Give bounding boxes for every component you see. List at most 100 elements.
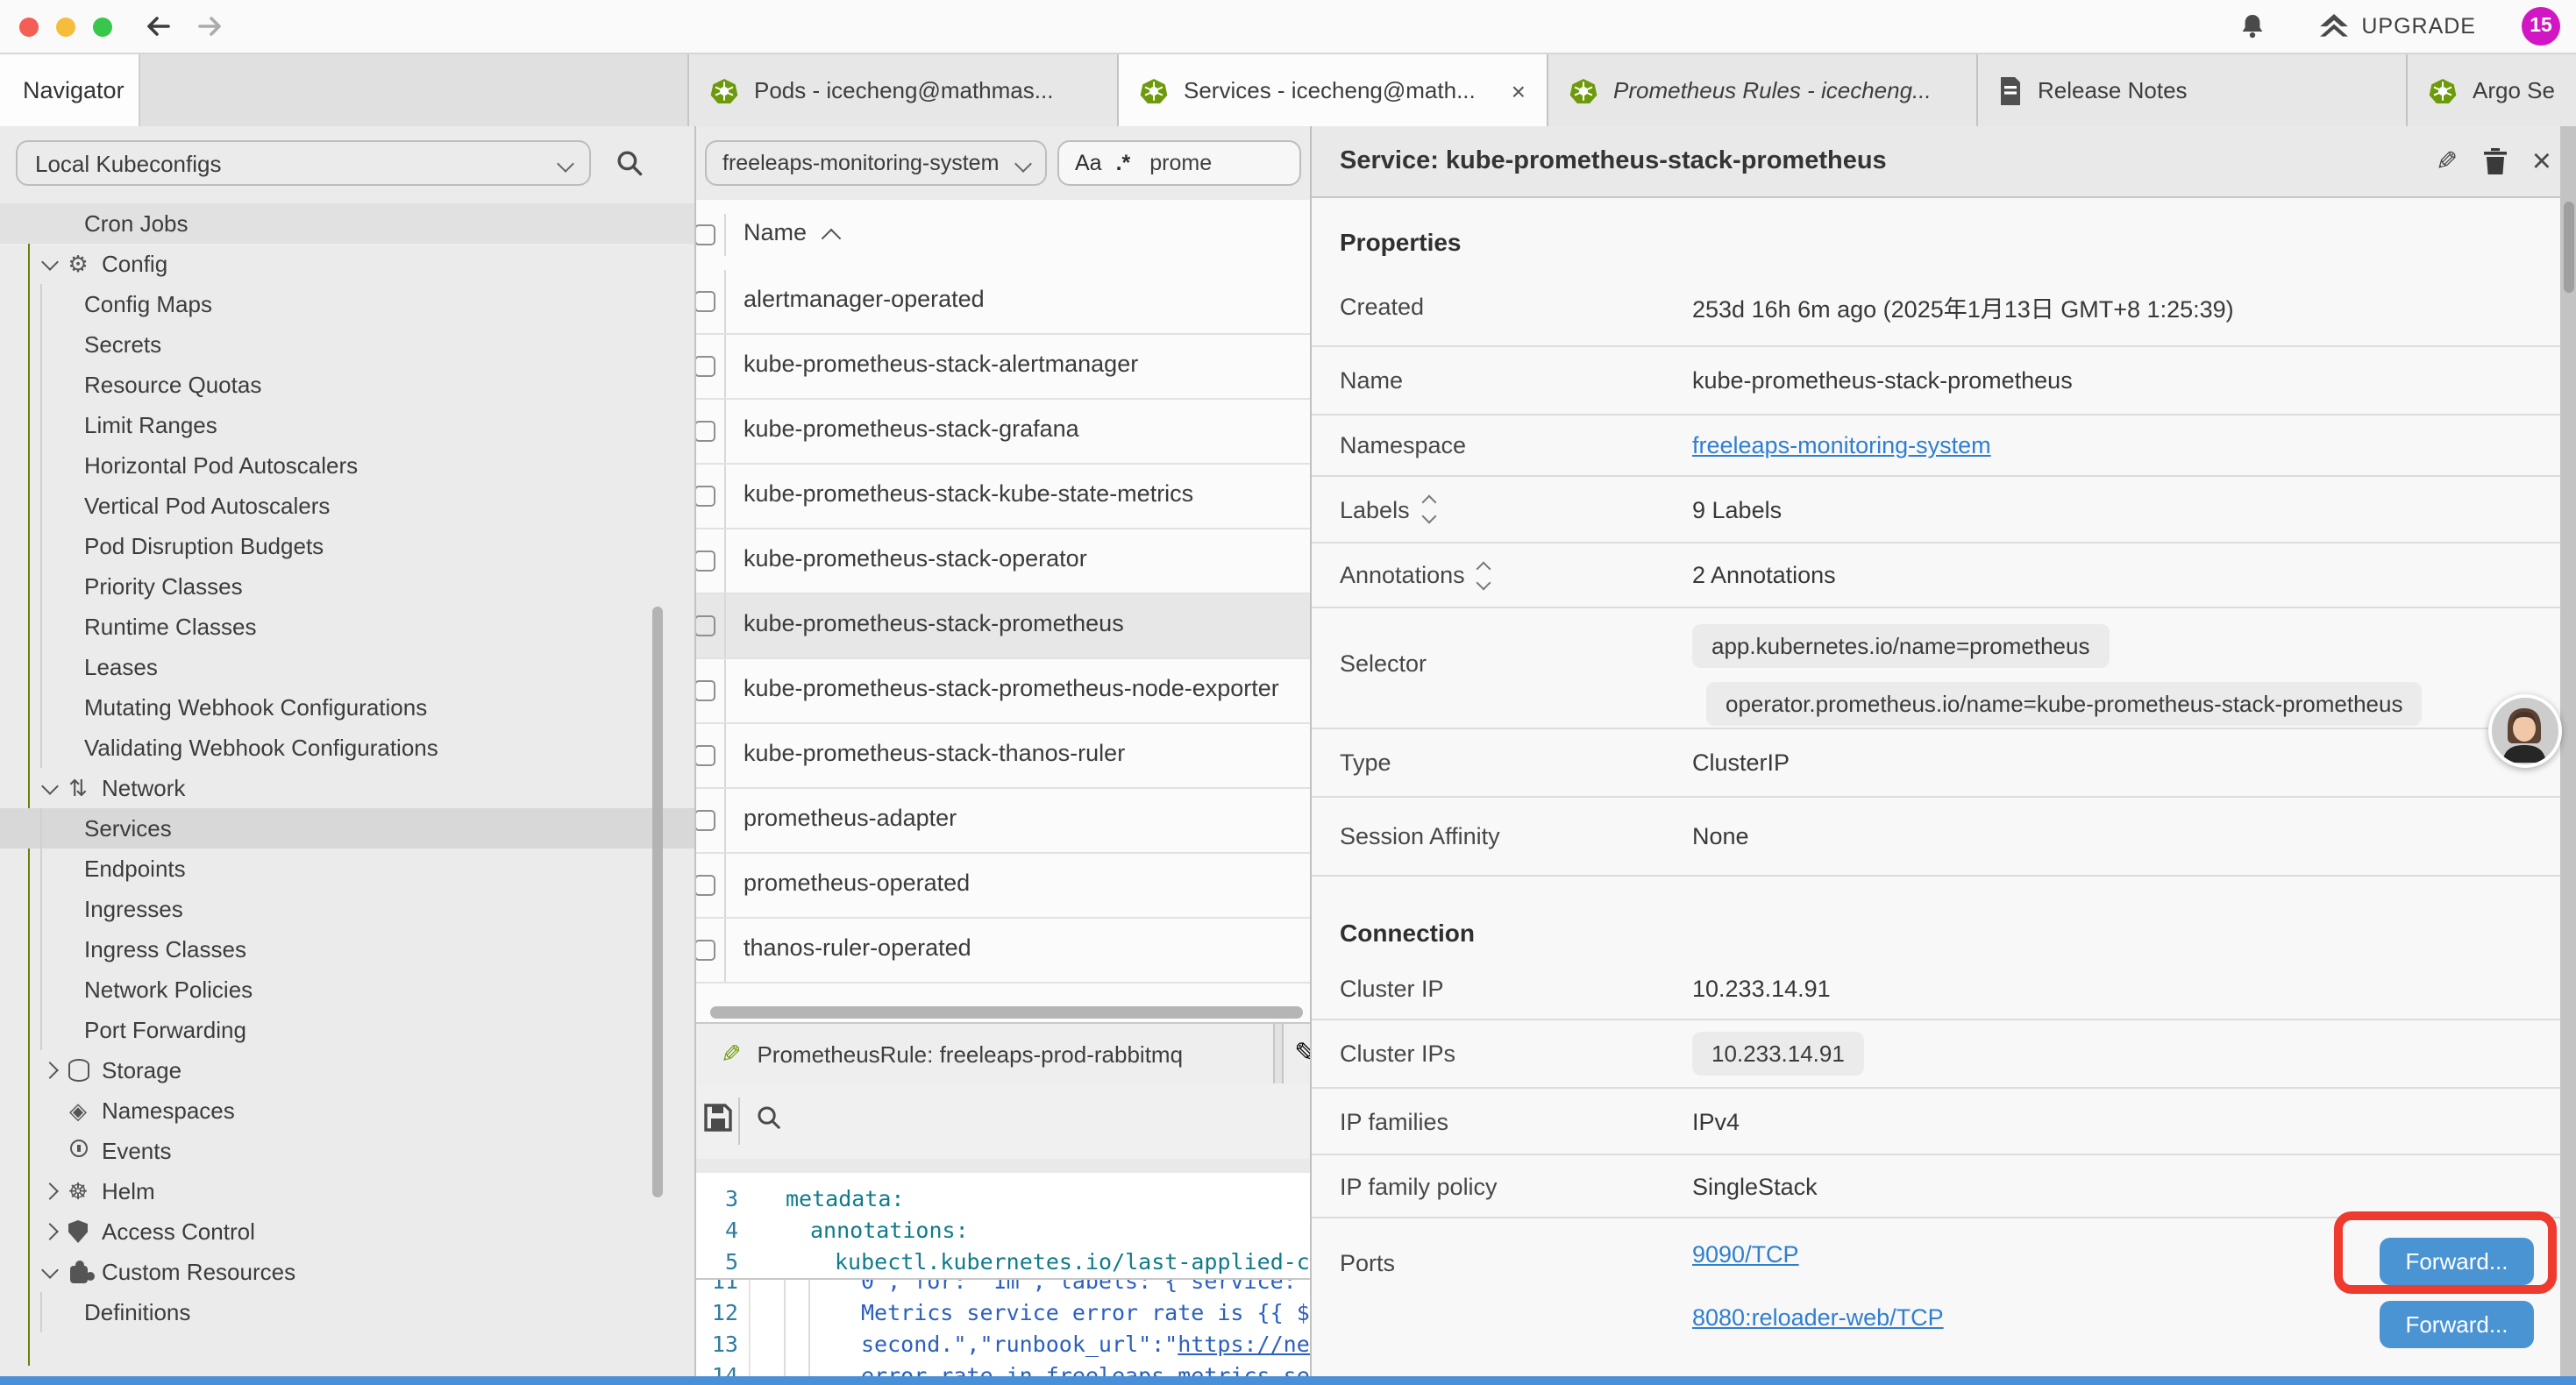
row-checkbox[interactable]: [696, 550, 715, 572]
table-row[interactable]: kube-prometheus-stack-thanos-ruler: [696, 724, 1310, 789]
table-row[interactable]: prometheus-operated: [696, 854, 1310, 919]
sidebar-tree-item[interactable]: Secrets: [0, 324, 694, 365]
search-icon[interactable]: [616, 149, 644, 177]
row-checkbox[interactable]: [696, 745, 715, 766]
content-tab[interactable]: Pods - icecheng@mathmas...: [689, 54, 1119, 126]
tree-expand-chevron-icon[interactable]: [41, 1223, 59, 1240]
row-checkbox[interactable]: [696, 356, 715, 377]
kubeconfig-select[interactable]: Local Kubeconfigs: [16, 140, 591, 186]
close-icon[interactable]: ×: [2532, 145, 2551, 178]
port-link[interactable]: 9090/TCP: [1692, 1241, 1799, 1268]
close-window-button[interactable]: [19, 17, 39, 36]
sidebar-tree-item[interactable]: Horizontal Pod Autoscalers: [0, 445, 694, 486]
tree-expand-chevron-icon[interactable]: [41, 1261, 59, 1279]
trash-icon[interactable]: [2483, 147, 2508, 175]
sidebar-tree-item[interactable]: Helm: [0, 1171, 694, 1211]
minimize-window-button[interactable]: [56, 17, 75, 36]
editor-scroll-area[interactable]: 110", for: "1m", labels: { service: "f 1…: [696, 1280, 1310, 1376]
row-checkbox[interactable]: [696, 940, 715, 961]
editor-tab-partial[interactable]: ✎: [1282, 1024, 1310, 1083]
match-case-toggle[interactable]: Aa: [1075, 151, 1102, 175]
url-link[interactable]: https://net: [1178, 1331, 1310, 1357]
content-tab[interactable]: Prometheus Rules - icecheng...: [1548, 54, 1978, 126]
sidebar-tree-item[interactable]: Services: [0, 808, 694, 849]
forward-arrow-icon[interactable]: [196, 12, 224, 40]
property-label[interactable]: Annotations: [1340, 562, 1490, 588]
property-label[interactable]: Labels: [1340, 496, 1434, 522]
content-tab[interactable]: Services - icecheng@math... ×: [1119, 54, 1548, 126]
port-link[interactable]: 8080:reloader-web/TCP: [1692, 1304, 1944, 1331]
close-tab-icon[interactable]: ×: [1508, 76, 1529, 104]
bell-icon[interactable]: [2238, 12, 2265, 40]
selector-chip[interactable]: operator.prometheus.io/name=kube-prometh…: [1706, 682, 2423, 726]
row-checkbox[interactable]: [696, 421, 715, 442]
sidebar-tree-item[interactable]: Endpoints: [0, 849, 694, 889]
upgrade-icon[interactable]: [2317, 13, 2349, 39]
select-all-checkbox[interactable]: [696, 224, 715, 245]
sort-ascending-icon[interactable]: [822, 229, 842, 249]
sidebar-tree-item[interactable]: Config: [0, 244, 694, 284]
sidebar-tree-item[interactable]: Validating Webhook Configurations: [0, 728, 694, 768]
tree-expand-chevron-icon[interactable]: [41, 1062, 59, 1079]
table-row[interactable]: alertmanager-operated: [696, 270, 1310, 335]
sidebar-tree-item[interactable]: Leases: [0, 647, 694, 687]
back-arrow-icon[interactable]: [144, 12, 172, 40]
sidebar-tree-item[interactable]: Runtime Classes: [0, 607, 694, 647]
table-row[interactable]: kube-prometheus-stack-kube-state-metrics: [696, 465, 1310, 529]
save-icon[interactable]: [703, 1103, 733, 1133]
row-checkbox[interactable]: [696, 291, 715, 312]
sidebar-tree-item[interactable]: Cron Jobs: [0, 203, 694, 244]
sidebar-tree-item[interactable]: Vertical Pod Autoscalers: [0, 486, 694, 526]
sidebar-tree-item[interactable]: Storage: [0, 1050, 694, 1090]
editor-search-icon[interactable]: [756, 1104, 782, 1131]
yaml-editor[interactable]: 3metadata: 4annotations: 5kubectl.kubern…: [696, 1173, 1310, 1376]
table-row[interactable]: kube-prometheus-stack-grafana: [696, 400, 1310, 465]
tab-navigator[interactable]: Navigator: [0, 54, 140, 126]
sidebar-tree-item[interactable]: Port Forwarding: [0, 1010, 694, 1050]
upgrade-label[interactable]: UPGRADE: [2361, 14, 2476, 39]
notification-badge[interactable]: 15: [2522, 7, 2560, 46]
sidebar-tree-item[interactable]: Events: [0, 1131, 694, 1171]
sidebar-tree-item[interactable]: Config Maps: [0, 284, 694, 324]
edit-icon[interactable]: ✎: [2437, 146, 2459, 177]
cluster-ip-chip[interactable]: 10.233.14.91: [1692, 1032, 1864, 1076]
table-row[interactable]: prometheus-adapter: [696, 789, 1310, 854]
tree-expand-chevron-icon[interactable]: [41, 778, 59, 795]
drawer-scrollbar-track[interactable]: [2560, 126, 2576, 1376]
expand-collapse-icon[interactable]: [1424, 497, 1434, 522]
sidebar-tree-item[interactable]: Resource Quotas: [0, 365, 694, 405]
sidebar-scrollbar[interactable]: [652, 607, 663, 1197]
name-filter-input[interactable]: Aa .* prome: [1057, 140, 1301, 186]
tree-expand-chevron-icon[interactable]: [41, 1183, 59, 1200]
namespace-link[interactable]: freeleaps-monitoring-system: [1692, 432, 1991, 458]
content-tab[interactable]: Argo Se: [2408, 54, 2576, 126]
avatar[interactable]: [2488, 694, 2562, 768]
table-row[interactable]: kube-prometheus-stack-operator: [696, 529, 1310, 594]
namespace-select[interactable]: freeleaps-monitoring-system: [705, 140, 1047, 186]
sidebar-tree-item[interactable]: Custom Resources: [0, 1252, 694, 1292]
expand-collapse-icon[interactable]: [1479, 563, 1490, 587]
sidebar-tree-item[interactable]: Network Policies: [0, 970, 694, 1010]
zoom-window-button[interactable]: [93, 17, 112, 36]
drawer-scrollbar-thumb[interactable]: [2563, 202, 2573, 293]
row-checkbox[interactable]: [696, 810, 715, 831]
sidebar-tree-item[interactable]: Namespaces: [0, 1090, 694, 1131]
table-row[interactable]: kube-prometheus-stack-alertmanager: [696, 335, 1310, 400]
table-row[interactable]: kube-prometheus-stack-prometheus: [696, 594, 1310, 659]
sidebar-tree-item[interactable]: Pod Disruption Budgets: [0, 526, 694, 566]
row-checkbox[interactable]: [696, 486, 715, 507]
name-column-header[interactable]: Name: [744, 219, 807, 245]
row-checkbox[interactable]: [696, 875, 715, 896]
content-tab[interactable]: Release Notes: [1978, 54, 2408, 126]
regex-toggle[interactable]: .*: [1116, 151, 1131, 175]
horizontal-scrollbar[interactable]: [710, 1006, 1303, 1019]
sidebar-tree-item[interactable]: Limit Ranges: [0, 405, 694, 445]
sidebar-tree-item[interactable]: Definitions: [0, 1292, 694, 1332]
forward-button[interactable]: Forward...: [2380, 1301, 2534, 1348]
sidebar-tree-item[interactable]: Mutating Webhook Configurations: [0, 687, 694, 728]
sidebar-tree-item[interactable]: Access Control: [0, 1211, 694, 1252]
sidebar-tree-item[interactable]: Network: [0, 768, 694, 808]
table-row[interactable]: kube-prometheus-stack-prometheus-node-ex…: [696, 659, 1310, 724]
sidebar-tree-item[interactable]: Ingress Classes: [0, 929, 694, 970]
row-checkbox[interactable]: [696, 680, 715, 701]
